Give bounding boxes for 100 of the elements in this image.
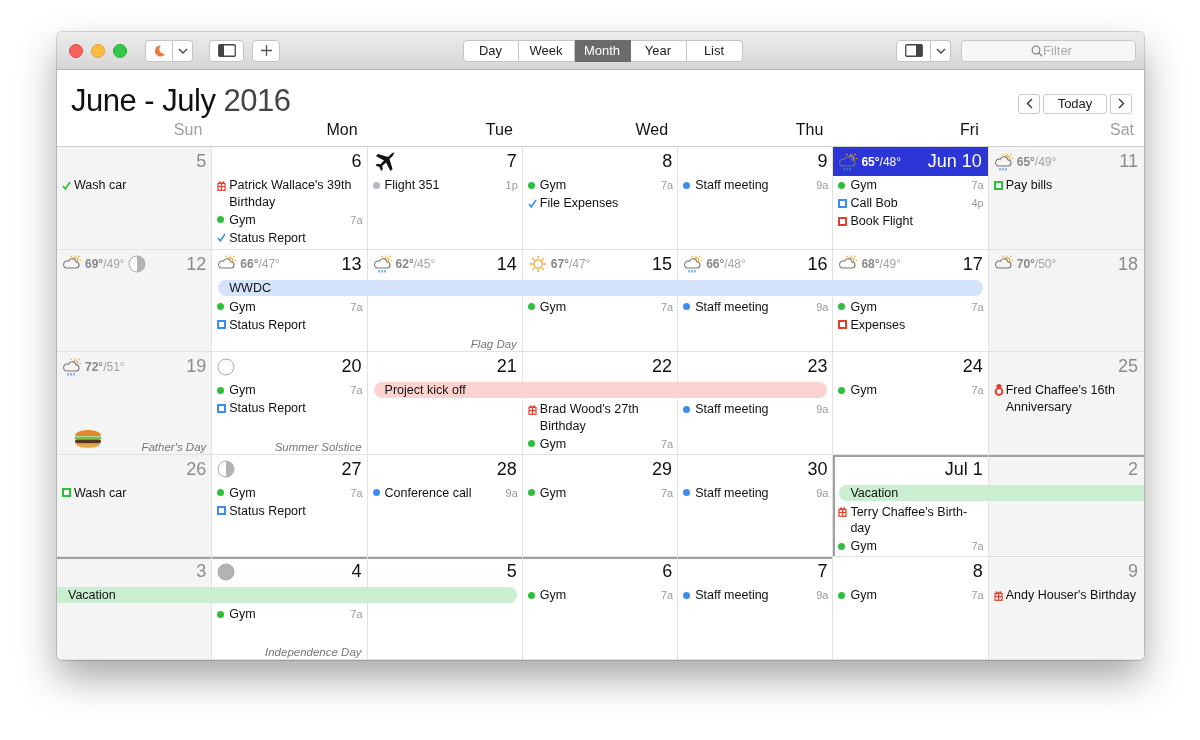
event-time: 7a: [660, 436, 674, 452]
event-title[interactable]: Gym: [539, 587, 657, 604]
sidebar-icon: [217, 44, 236, 57]
weekday-label: Tue: [485, 121, 513, 139]
event-title[interactable]: Gym: [539, 298, 657, 316]
event-title[interactable]: Gym: [229, 606, 347, 623]
event-title[interactable]: Staff meeting: [695, 401, 813, 418]
event-title[interactable]: Wash car: [74, 177, 208, 194]
day-number: 26: [186, 458, 207, 480]
event-title[interactable]: Staff meeting: [695, 484, 813, 502]
event-time: 9a: [816, 402, 829, 418]
panel-toggle-button[interactable]: [896, 39, 931, 62]
plus-icon: [259, 44, 273, 57]
checkbox-icon[interactable]: [838, 320, 848, 330]
event-title[interactable]: Gym: [850, 382, 968, 399]
all-day-event[interactable]: Project kick off: [373, 382, 828, 399]
next-button[interactable]: [1110, 93, 1132, 114]
close-button[interactable]: [69, 43, 83, 58]
day-number: 21: [496, 356, 517, 378]
temperature-text: 65°/48°: [861, 154, 902, 169]
panel-icon: [904, 44, 923, 57]
event-title[interactable]: Gym: [229, 211, 347, 228]
minimize-button[interactable]: [91, 43, 105, 58]
event-title[interactable]: Conference call: [384, 484, 502, 502]
view-tab[interactable]: Week: [518, 39, 575, 62]
checkbox-icon[interactable]: [217, 506, 227, 516]
event-title[interactable]: Pay bills: [1005, 177, 1139, 194]
all-day-event[interactable]: Vacation: [57, 587, 517, 604]
day-number: 19: [186, 356, 207, 378]
event-title[interactable]: Staff meeting: [695, 587, 813, 604]
event-title[interactable]: Brad Wood's 27th Birthday: [539, 401, 674, 435]
event-title[interactable]: Staff meeting: [695, 298, 813, 316]
event-title[interactable]: Gym: [539, 177, 657, 194]
event-time: 7a: [660, 485, 674, 501]
event-time: 7a: [350, 212, 363, 228]
moon-icon: [152, 43, 166, 58]
dropdown-button[interactable]: [173, 39, 193, 62]
event-time: 7a: [660, 588, 674, 604]
event-title[interactable]: Expenses: [850, 316, 984, 334]
event-title[interactable]: Gym: [229, 484, 347, 502]
event-title[interactable]: Status Report: [229, 502, 363, 520]
event-title[interactable]: Status Report: [229, 400, 363, 417]
event-title[interactable]: Gym: [850, 587, 968, 604]
previous-button[interactable]: [1018, 93, 1040, 114]
view-tab[interactable]: Month: [574, 39, 631, 62]
event-time: 9a: [505, 485, 518, 501]
event-title[interactable]: File Expenses: [539, 195, 674, 212]
weather-icon: [838, 152, 859, 171]
checkbox-icon[interactable]: [62, 488, 71, 498]
event-title[interactable]: Gym: [539, 435, 657, 453]
calendar-button[interactable]: [145, 39, 173, 62]
event-title[interactable]: Status Report: [229, 229, 363, 246]
sidebar-toggle-button[interactable]: [209, 39, 244, 62]
temperature-text: 62°/45°: [395, 257, 436, 272]
temperature-text: 70°/50°: [1016, 257, 1057, 272]
event-title[interactable]: Gym: [850, 298, 968, 316]
temperature-text: 67°/47°: [550, 257, 591, 272]
checkbox-icon[interactable]: [838, 198, 848, 208]
event-time: 7a: [350, 485, 363, 501]
day-number: 11: [1119, 151, 1138, 172]
event-title[interactable]: Call Bob: [850, 195, 968, 212]
event-title[interactable]: Gym: [539, 484, 657, 502]
checkbox-icon[interactable]: [993, 180, 1003, 190]
event-title[interactable]: Book Flight: [850, 213, 984, 230]
dropdown-button[interactable]: [931, 39, 951, 62]
event-title[interactable]: Flight 351: [384, 177, 502, 194]
event-title[interactable]: Patrick Wallace's 39th Birthday: [229, 177, 363, 210]
event-title[interactable]: Andy Houser's Birthday: [1005, 587, 1139, 604]
day-number: 5: [196, 151, 207, 172]
search-field[interactable]: Filter: [961, 39, 1136, 62]
add-button[interactable]: [252, 39, 280, 62]
day-number: 5: [506, 561, 517, 583]
temperature-text: 65°/49°: [1016, 154, 1057, 169]
event-title[interactable]: Terry Chaffee's Birth-day: [850, 503, 984, 537]
event-title[interactable]: Gym: [850, 538, 968, 555]
day-number: 9: [817, 151, 828, 172]
checkbox-icon[interactable]: [217, 320, 227, 330]
checkbox-icon[interactable]: [838, 216, 848, 226]
view-tab[interactable]: Day: [462, 39, 519, 62]
zoom-button[interactable]: [113, 43, 127, 58]
event-title[interactable]: Fred Chaffee's 16th Anniversary: [1005, 382, 1139, 416]
event-title[interactable]: Status Report: [229, 316, 363, 334]
caret-icon: [935, 47, 946, 54]
weekday-label: Sun: [173, 121, 203, 139]
day-number: 8: [972, 561, 983, 583]
day-number: 6: [662, 561, 673, 583]
view-tab[interactable]: List: [686, 39, 743, 62]
weekday-label: Fri: [960, 121, 979, 139]
event-title[interactable]: Gym: [850, 177, 968, 194]
event-title[interactable]: Staff meeting: [695, 177, 813, 194]
event-time: 7a: [971, 299, 984, 315]
checkbox-icon[interactable]: [217, 403, 227, 413]
view-tab[interactable]: Year: [630, 39, 687, 62]
event-time: 9a: [816, 588, 829, 604]
event-title[interactable]: Gym: [229, 298, 347, 316]
event-title[interactable]: Wash car: [74, 484, 208, 502]
day-number: 6: [351, 151, 362, 172]
event-title[interactable]: Gym: [229, 382, 347, 399]
today-button[interactable]: Today: [1043, 93, 1107, 114]
day-number: 4: [351, 561, 362, 583]
